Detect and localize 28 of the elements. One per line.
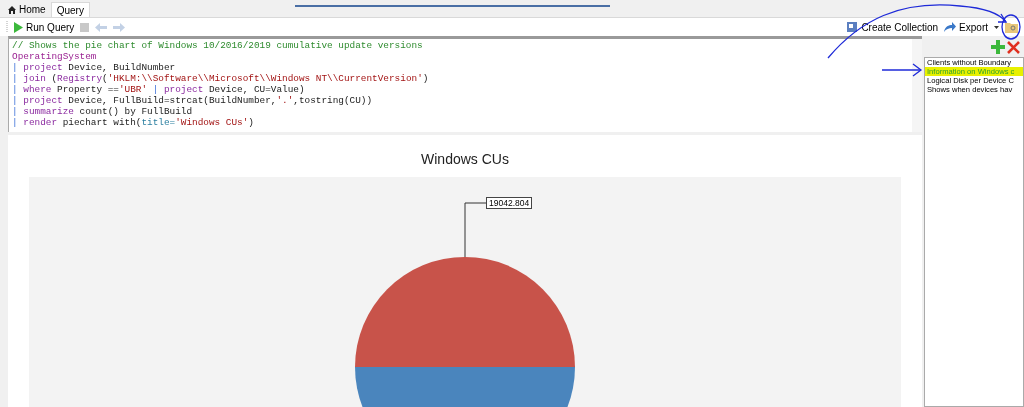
- code-line: | project Device, BuildNumber: [12, 62, 176, 73]
- code-line: | where Property =='UBR' | project Device, CU=Value): [12, 84, 305, 95]
- slice-label: 19042.804: [486, 197, 533, 209]
- caret-icon[interactable]: [994, 25, 999, 29]
- leader-line: [464, 202, 487, 258]
- collection-icon: [846, 21, 859, 33]
- run-query-button[interactable]: Run Query: [14, 21, 75, 33]
- export-button[interactable]: Export: [944, 21, 988, 33]
- scrollbar[interactable]: [912, 39, 922, 132]
- chart-title: Windows CUs: [421, 151, 509, 167]
- delete-icon[interactable]: [1007, 40, 1020, 54]
- annotation-circle: [1001, 14, 1021, 40]
- create-collection-button[interactable]: Create Collection: [846, 21, 939, 33]
- code-line: | project Device, FullBuild=strcat(BuildNumber,'.',tostring(CU)): [12, 95, 373, 106]
- add-icon[interactable]: [991, 40, 1005, 54]
- code-line: | render piechart with(title='Windows CUs'): [12, 117, 254, 128]
- code-line: OperatingSystem: [12, 51, 97, 62]
- export-arrow-icon: [944, 22, 957, 32]
- code-line: | summarize count() by FullBuild: [12, 106, 193, 117]
- annotation-arrow: [881, 63, 923, 77]
- home-icon: [8, 5, 16, 14]
- query-editor[interactable]: [8, 36, 922, 132]
- play-icon: [14, 21, 23, 33]
- tab[interactable]: Home: [3, 2, 51, 17]
- code-line: // Shows the pie chart of Windows 10/2016/2019 cumulative update versions: [12, 40, 423, 51]
- folder-icon[interactable]: [1005, 21, 1018, 33]
- tab[interactable]: Query: [50, 2, 90, 17]
- code-line: | join (Registry('HKLM:\\Software\\Microsoft\\Windows NT\\CurrentVersion'): [12, 73, 429, 84]
